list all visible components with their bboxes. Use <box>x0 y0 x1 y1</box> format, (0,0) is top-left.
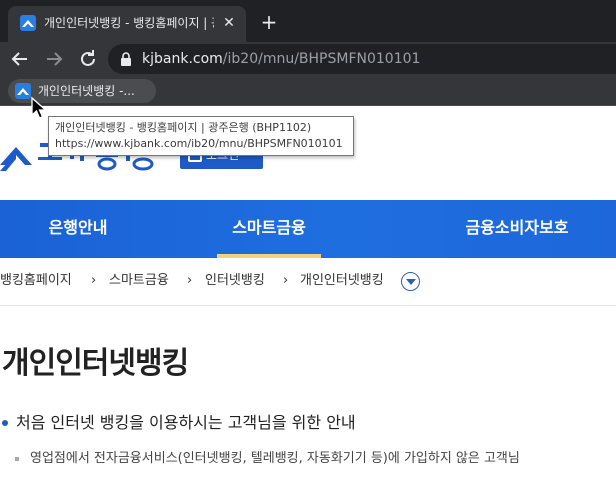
tooltip-url: https://www.kjbank.com/ib20/mnu/BHPSMFN0… <box>55 137 343 150</box>
section-heading: 처음 인터넷 뱅킹을 이용하시는 고객님을 위한 안내 <box>16 413 356 432</box>
close-icon[interactable]: ✕ <box>220 14 238 32</box>
reload-icon[interactable] <box>76 47 100 71</box>
nav-item-consumer-protection[interactable]: 금융소비자보호 <box>452 200 582 258</box>
breadcrumb: 뱅킹홈페이지 › 스마트금융 › 인터넷뱅킹 › 개인인터넷뱅킹 <box>0 267 616 295</box>
tab-strip: 개인인터넷뱅킹 - 뱅킹홈페이지 | 광 ✕ + <box>0 0 616 42</box>
chevron-down-icon[interactable] <box>401 272 420 291</box>
nav-item-bank-info[interactable]: 은행안내 <box>28 200 128 258</box>
bookmarks-bar: 개인인터넷뱅킹 -... <box>0 76 616 106</box>
page-title: 개인인터넷뱅킹 <box>2 346 189 381</box>
bullet-icon <box>15 457 19 461</box>
breadcrumb-item[interactable]: 뱅킹홈페이지 <box>0 267 72 295</box>
nav-active-indicator <box>217 254 321 258</box>
forward-arrow-icon[interactable] <box>42 47 66 71</box>
back-arrow-icon[interactable] <box>8 47 32 71</box>
breadcrumb-item[interactable]: 인터넷뱅킹 <box>205 267 265 295</box>
kjbank-favicon-icon <box>20 15 36 31</box>
lock-icon <box>121 52 131 66</box>
web-page: 로그인 은행안내 스마트금융 금융소비자보호 뱅킹홈페이지 › 스마트금융 › … <box>0 107 616 483</box>
browser-toolbar: kjbank.com/ib20/mnu/BHPSMFN010101 <box>0 42 616 76</box>
section-text: 영업점에서 전자금융서비스(인터넷뱅킹, 텔레뱅킹, 자동화기기 등)에 가입하… <box>30 451 520 466</box>
breadcrumb-item-current[interactable]: 개인인터넷뱅킹 <box>300 267 384 295</box>
url-text: kjbank.com/ib20/mnu/BHPSMFN010101 <box>142 51 420 67</box>
url-path: /ib20/mnu/BHPSMFN010101 <box>222 51 421 67</box>
url-host: kjbank.com <box>142 51 223 67</box>
bookmark-tooltip: 개인인터넷뱅킹 - 뱅킹홈페이지 | 광주은행 (BHP1102) https:… <box>48 116 354 156</box>
main-navigation: 은행안내 스마트금융 금융소비자보호 <box>0 200 616 258</box>
new-tab-button[interactable]: + <box>258 12 280 34</box>
kjbank-favicon-icon <box>15 83 31 99</box>
nav-item-smart-finance[interactable]: 스마트금융 <box>217 200 321 258</box>
chevron-right-icon: › <box>283 273 289 288</box>
tab-title: 개인인터넷뱅킹 - 뱅킹홈페이지 | 광 <box>44 16 214 30</box>
breadcrumb-item[interactable]: 스마트금융 <box>109 267 169 295</box>
mouse-pointer-icon <box>31 96 48 119</box>
address-bar[interactable]: kjbank.com/ib20/mnu/BHPSMFN010101 <box>108 44 616 74</box>
chevron-right-icon: › <box>91 273 97 288</box>
bullet-icon <box>2 420 8 426</box>
bookmark-label: 개인인터넷뱅킹 -... <box>38 84 135 98</box>
tooltip-title: 개인인터넷뱅킹 - 뱅킹홈페이지 | 광주은행 (BHP1102) <box>55 121 312 134</box>
divider <box>0 305 616 306</box>
browser-tab[interactable]: 개인인터넷뱅킹 - 뱅킹홈페이지 | 광 ✕ <box>8 6 246 42</box>
chevron-right-icon: › <box>187 273 193 288</box>
